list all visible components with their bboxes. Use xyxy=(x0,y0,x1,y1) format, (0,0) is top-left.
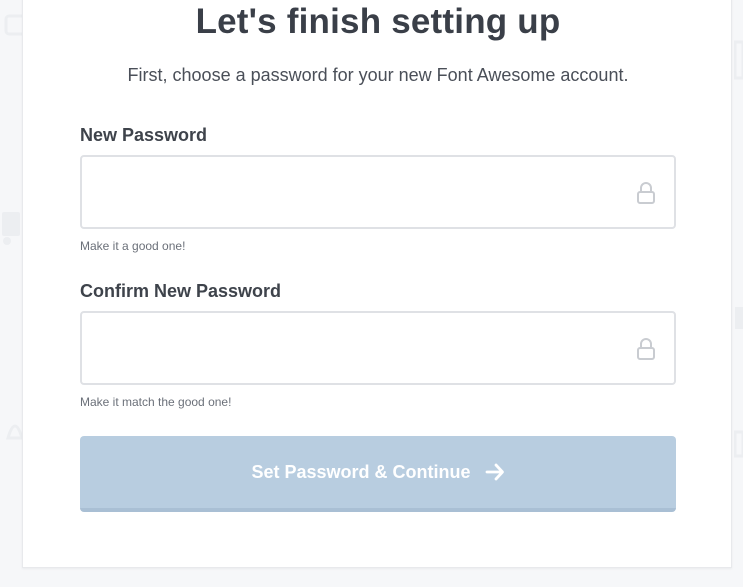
truck-icon xyxy=(2,212,20,245)
box-icon xyxy=(734,40,743,80)
setup-card: Let's finish setting up First, choose a … xyxy=(22,0,732,568)
flag-icon xyxy=(734,430,743,458)
new-password-field-wrapper xyxy=(80,155,676,229)
new-password-input[interactable] xyxy=(82,157,674,227)
submit-button-label: Set Password & Continue xyxy=(251,461,471,482)
set-password-continue-button[interactable]: Set Password & Continue xyxy=(80,436,676,512)
grid-icon xyxy=(735,307,743,329)
confirm-password-hint: Make it match the good one! xyxy=(80,395,232,409)
confirm-password-field-wrapper xyxy=(80,311,676,385)
new-password-hint: Make it a good one! xyxy=(80,239,186,253)
confirm-password-input[interactable] xyxy=(82,313,674,383)
confirm-password-label: Confirm New Password xyxy=(80,281,282,301)
page-subtitle: First, choose a password for your new Fo… xyxy=(127,65,629,85)
lock-icon xyxy=(637,338,655,360)
lock-icon xyxy=(637,182,655,204)
page-title: Let's finish setting up xyxy=(195,2,561,41)
new-password-label: New Password xyxy=(80,125,208,145)
arrow-right-icon xyxy=(485,463,504,481)
